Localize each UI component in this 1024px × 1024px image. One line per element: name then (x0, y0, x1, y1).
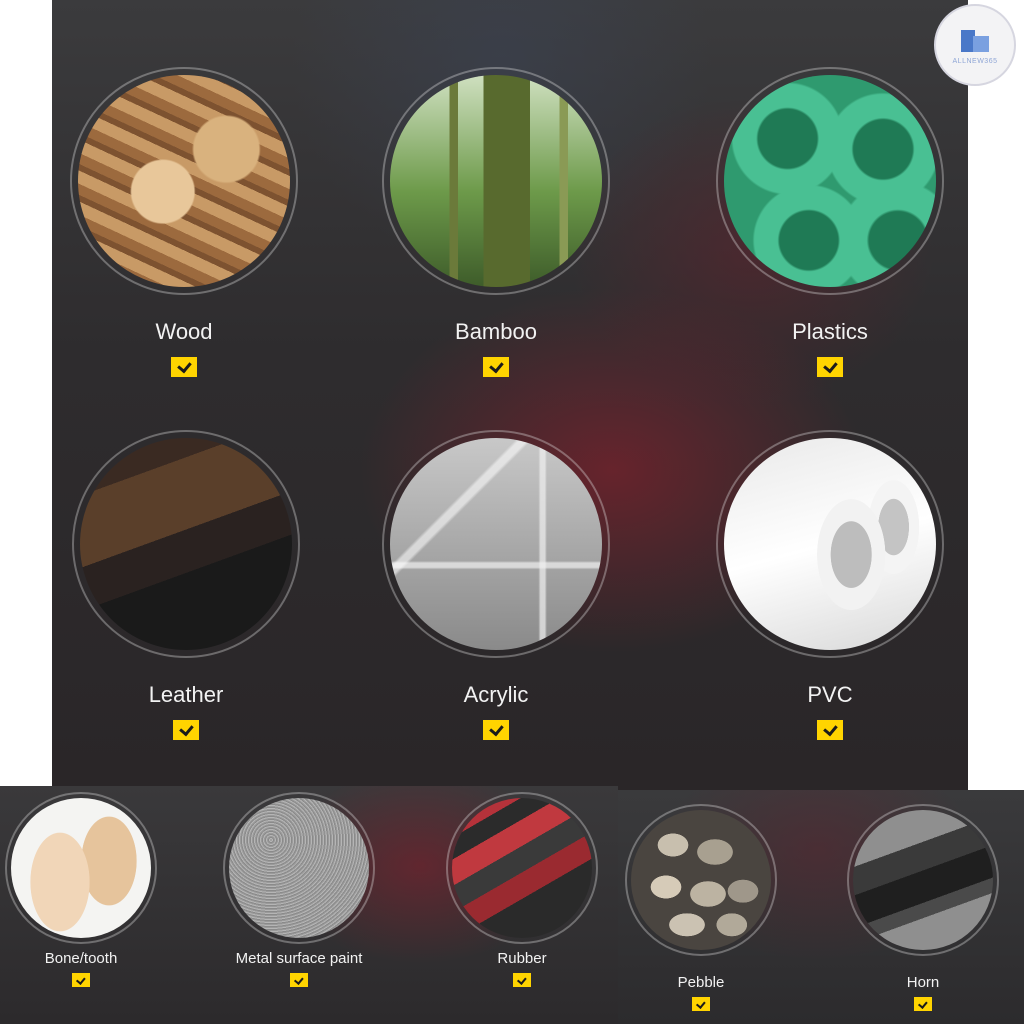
material-bone-tooth: Bone/tooth (5, 792, 157, 987)
pvc-label: PVC (807, 682, 853, 707)
checkmark-icon (173, 720, 199, 740)
horn-label: Horn (906, 974, 940, 991)
leather-image-ring (72, 430, 300, 658)
acrylic-label: Acrylic (463, 682, 529, 707)
material-horn: Horn (843, 804, 1003, 1011)
bone-image-ring (5, 792, 157, 944)
checkmark-icon (692, 997, 710, 1011)
bamboo-image (390, 75, 602, 287)
bamboo-label: Bamboo (455, 319, 537, 344)
material-pebble: Pebble (621, 804, 781, 1011)
metal-image (229, 798, 369, 938)
bone-image (11, 798, 151, 938)
checkmark-icon (483, 720, 509, 740)
plastics-image (724, 75, 936, 287)
horn-image-ring (847, 804, 999, 956)
horn-image (853, 810, 993, 950)
rubber-label: Rubber (497, 950, 547, 967)
bone-label: Bone/tooth (44, 950, 118, 967)
wood-image (78, 75, 290, 287)
acrylic-image-ring (382, 430, 610, 658)
pvc-image-ring (716, 430, 944, 658)
plastics-image-ring (716, 67, 944, 295)
plastics-label: Plastics (792, 319, 868, 344)
watermark-text: ALLNEW365 (952, 57, 998, 65)
wood-image-ring (70, 67, 298, 295)
pvc-image (724, 438, 936, 650)
checkmark-icon (817, 357, 843, 377)
checkmark-icon (914, 997, 932, 1011)
acrylic-image (390, 438, 602, 650)
leather-label: Leather (148, 682, 224, 707)
checkmark-icon (290, 973, 308, 987)
material-plastics: Plastics (716, 67, 944, 377)
material-metal-surface-paint: Metal surface paint (223, 792, 375, 987)
material-rubber: Rubber (446, 792, 598, 987)
metal-image-ring (223, 792, 375, 944)
material-leather: Leather (72, 430, 300, 740)
material-wood: Wood (70, 67, 298, 377)
checkmark-icon (171, 357, 197, 377)
material-acrylic: Acrylic (382, 430, 610, 740)
wood-label: Wood (155, 319, 213, 344)
cube-logo-icon (957, 26, 993, 56)
pebble-label: Pebble (677, 974, 725, 991)
bamboo-image-ring (382, 67, 610, 295)
checkmark-icon (72, 973, 90, 987)
checkmark-icon (817, 720, 843, 740)
leather-image (80, 438, 292, 650)
checkmark-icon (513, 973, 531, 987)
material-pvc: PVC (716, 430, 944, 740)
rubber-image (452, 798, 592, 938)
material-bamboo: Bamboo (382, 67, 610, 377)
checkmark-icon (483, 357, 509, 377)
pebble-image-ring (625, 804, 777, 956)
pebble-image (631, 810, 771, 950)
rubber-image-ring (446, 792, 598, 944)
metal-label: Metal surface paint (235, 950, 363, 967)
watermark-logo: ALLNEW365 (934, 4, 1016, 86)
